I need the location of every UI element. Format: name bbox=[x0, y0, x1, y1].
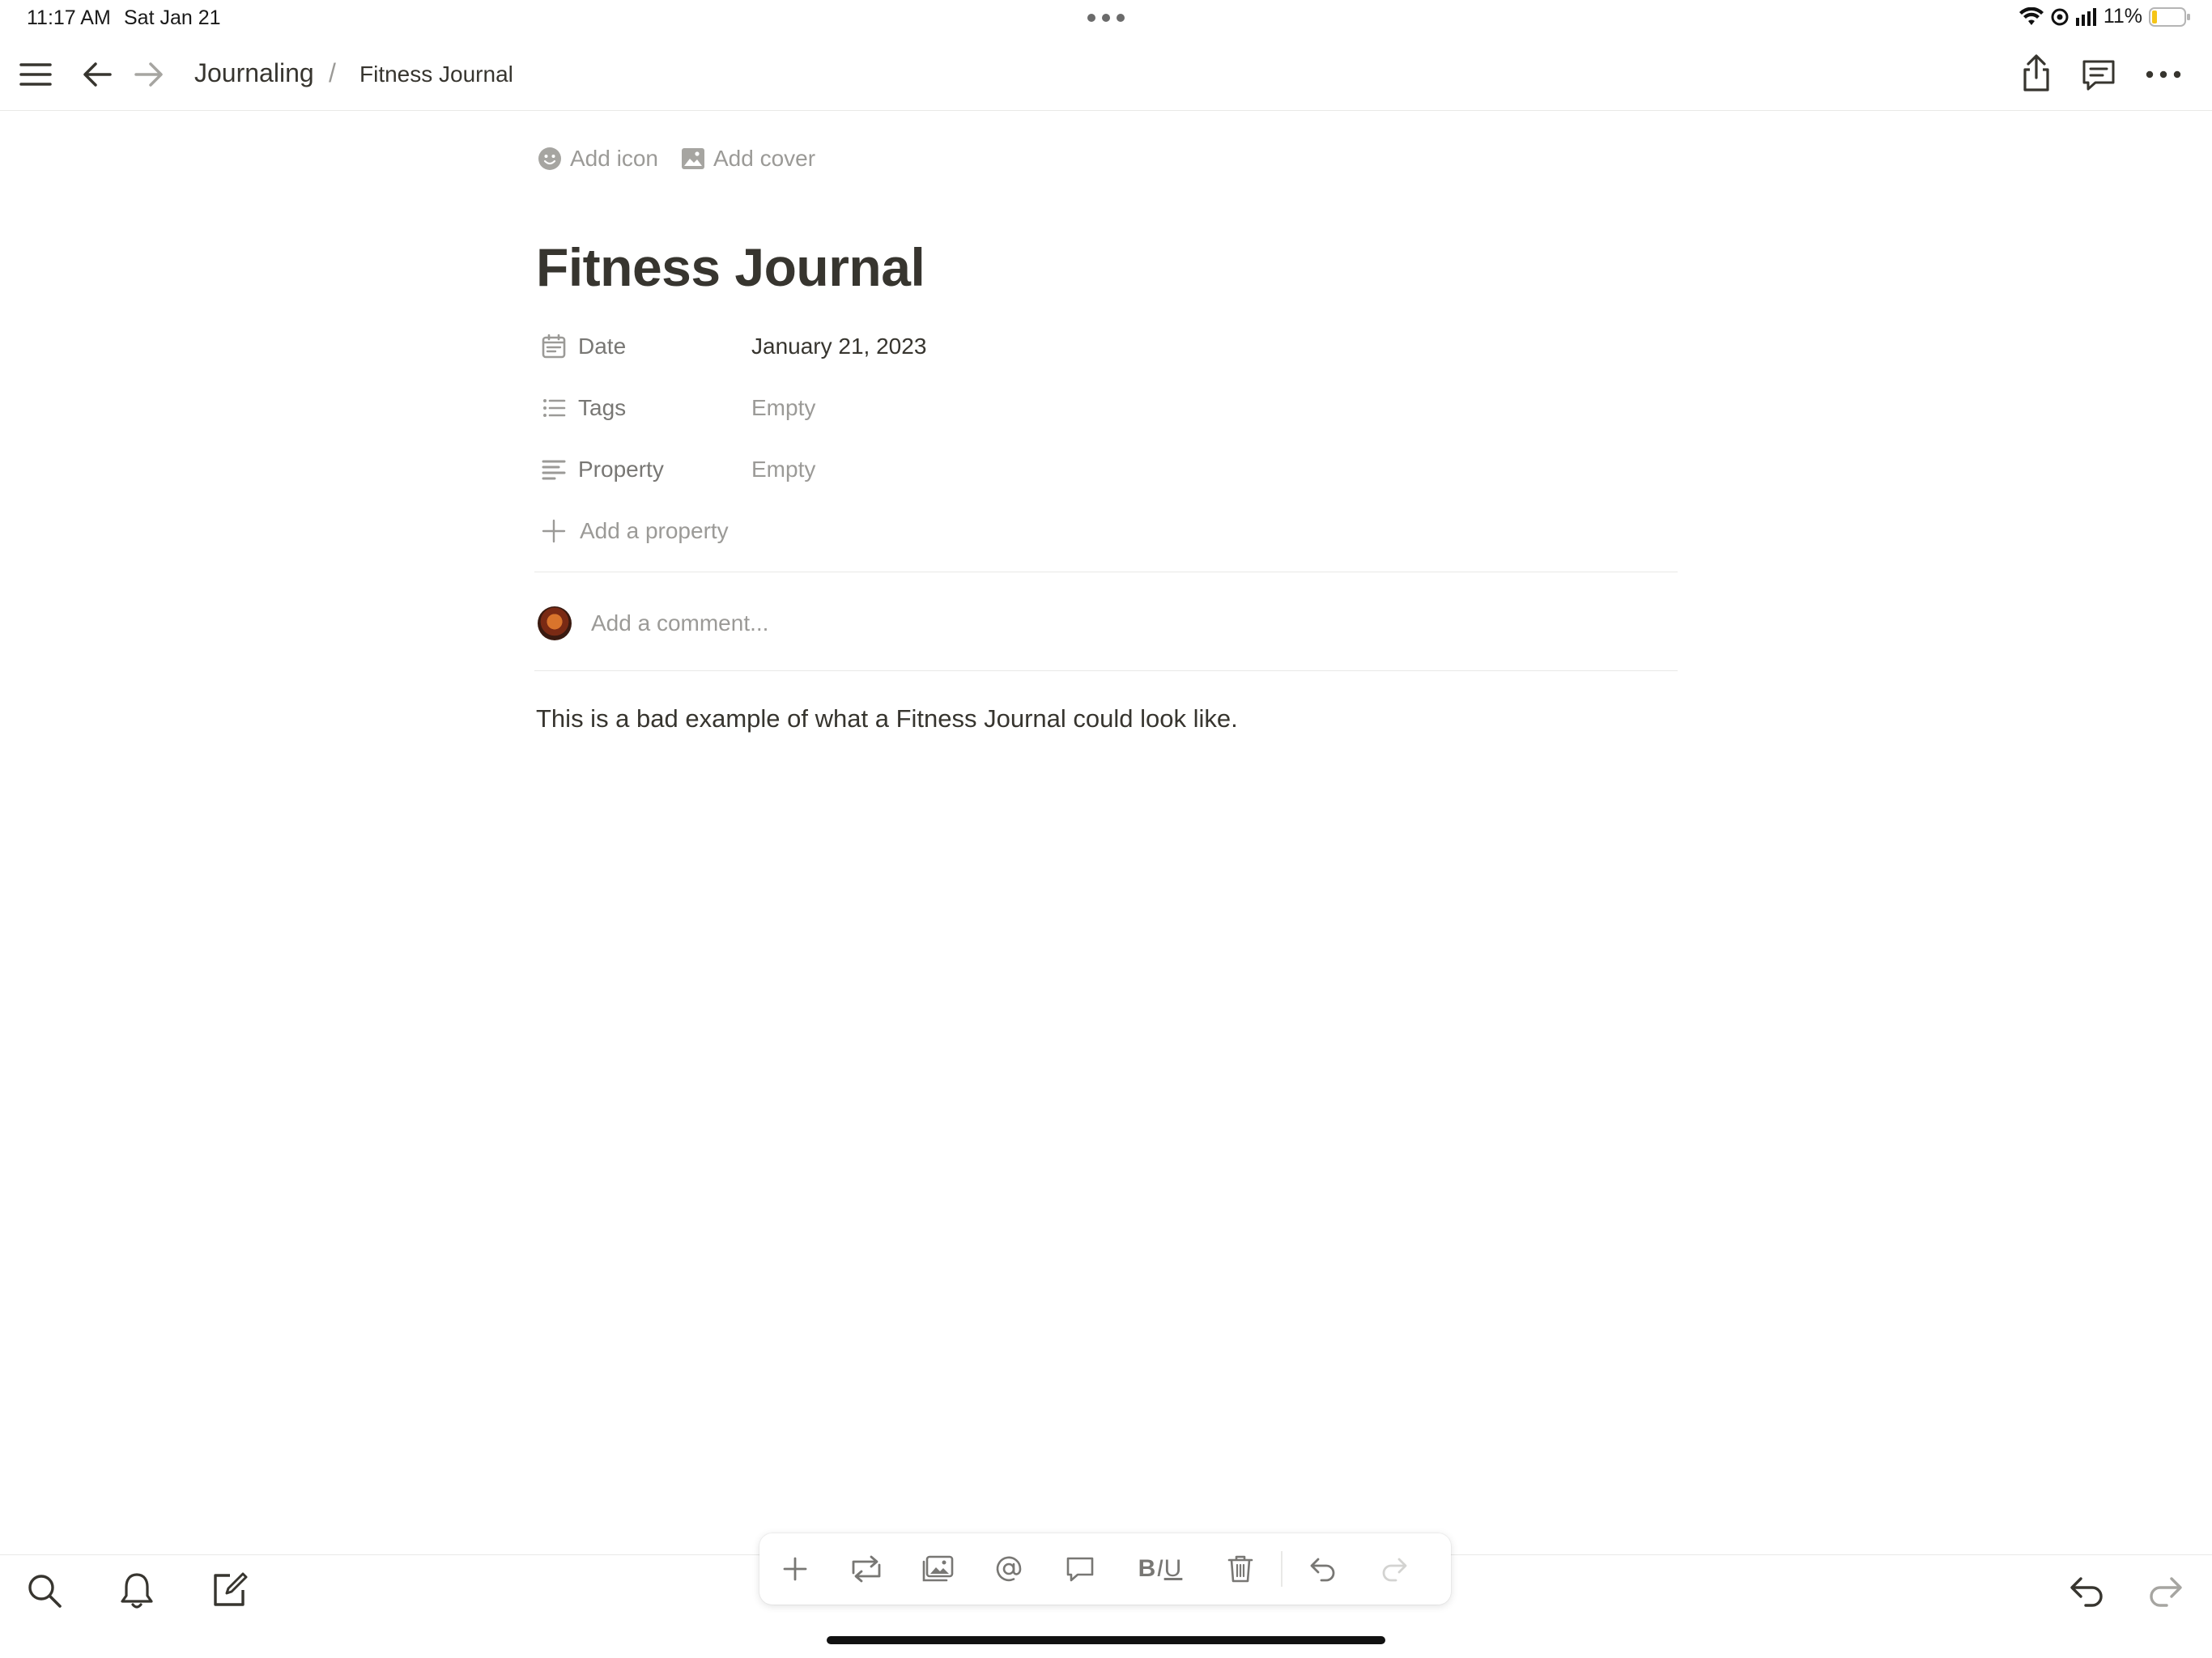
topnav-divider bbox=[0, 110, 2212, 111]
add-icon-button[interactable]: Add icon bbox=[538, 146, 658, 172]
status-indicators: 11% bbox=[2018, 5, 2191, 28]
add-cover-button[interactable]: Add cover bbox=[681, 146, 815, 172]
comment-input[interactable] bbox=[591, 610, 1077, 636]
wifi-icon bbox=[2018, 6, 2044, 27]
photos-icon bbox=[921, 1555, 954, 1583]
trash-icon bbox=[1227, 1554, 1254, 1584]
property-label-date: Date bbox=[578, 334, 627, 359]
status-date: Sat Jan 21 bbox=[124, 6, 221, 29]
comment-row bbox=[538, 602, 1077, 644]
property-value-tags[interactable]: Empty bbox=[751, 395, 815, 421]
image-icon bbox=[681, 147, 705, 171]
delete-button[interactable] bbox=[1205, 1533, 1276, 1605]
add-property-button[interactable]: Add a property bbox=[538, 510, 729, 552]
property-value-property[interactable]: Empty bbox=[751, 457, 815, 483]
home-indicator[interactable] bbox=[827, 1636, 1385, 1644]
property-label-property: Property bbox=[578, 457, 664, 482]
mention-button[interactable] bbox=[973, 1533, 1044, 1605]
calendar-icon bbox=[538, 330, 570, 363]
turn-into-icon bbox=[850, 1555, 883, 1583]
toolbar-redo-button[interactable] bbox=[1359, 1533, 1430, 1605]
redo-icon[interactable] bbox=[2146, 1574, 2184, 1609]
sidebar-menu-icon[interactable] bbox=[19, 58, 52, 91]
property-row-property[interactable]: Property Empty bbox=[538, 449, 815, 491]
search-icon[interactable] bbox=[26, 1572, 63, 1609]
comment-divider bbox=[534, 670, 1678, 671]
undo-icon[interactable] bbox=[2068, 1574, 2107, 1609]
breadcrumb-journaling[interactable]: Journaling bbox=[194, 58, 314, 88]
property-value-date[interactable]: January 21, 2023 bbox=[751, 334, 926, 359]
smiley-icon bbox=[538, 147, 562, 171]
breadcrumb-separator: / bbox=[329, 58, 336, 87]
body-paragraph[interactable]: This is a bad example of what a Fitness … bbox=[536, 704, 1238, 733]
at-sign-icon bbox=[994, 1554, 1023, 1584]
breadcrumb-fitness-journal[interactable]: Fitness Journal bbox=[359, 62, 513, 87]
more-options-icon[interactable] bbox=[2146, 66, 2181, 83]
add-property-label: Add a property bbox=[580, 518, 729, 543]
bell-icon[interactable] bbox=[118, 1571, 155, 1611]
comments-icon[interactable] bbox=[2081, 57, 2116, 92]
italic-glyph: I bbox=[1156, 1555, 1164, 1582]
redo-icon bbox=[1380, 1556, 1409, 1582]
plus-icon bbox=[781, 1555, 809, 1583]
toolbar-undo-button[interactable] bbox=[1287, 1533, 1359, 1605]
speech-bubble-icon bbox=[1065, 1555, 1095, 1583]
bold-glyph: B bbox=[1138, 1555, 1157, 1582]
turn-into-button[interactable] bbox=[831, 1533, 902, 1605]
text-format-label: BIU bbox=[1138, 1555, 1183, 1583]
forward-arrow-icon[interactable] bbox=[133, 58, 165, 91]
editing-toolbar: BIU bbox=[759, 1533, 1451, 1605]
battery-percent: 11% bbox=[2103, 5, 2142, 28]
status-time: 11:17 AM bbox=[27, 6, 111, 29]
battery-icon bbox=[2149, 6, 2191, 28]
page-title[interactable]: Fitness Journal bbox=[536, 236, 925, 298]
signal-icon bbox=[2075, 7, 2097, 26]
add-media-button[interactable] bbox=[902, 1533, 973, 1605]
add-cover-label: Add cover bbox=[713, 146, 816, 171]
back-arrow-icon[interactable] bbox=[81, 58, 113, 91]
avatar bbox=[538, 606, 572, 640]
new-page-icon[interactable] bbox=[211, 1571, 249, 1609]
toolbar-separator bbox=[1281, 1551, 1283, 1587]
property-row-date[interactable]: Date January 21, 2023 bbox=[538, 325, 926, 368]
plus-icon bbox=[538, 515, 570, 547]
location-lock-icon bbox=[2050, 7, 2069, 27]
underline-glyph: U bbox=[1163, 1555, 1183, 1582]
comment-button[interactable] bbox=[1044, 1533, 1116, 1605]
share-icon[interactable] bbox=[2019, 53, 2053, 92]
insert-block-button[interactable] bbox=[759, 1533, 831, 1605]
property-row-tags[interactable]: Tags Empty bbox=[538, 387, 815, 429]
multitasking-dots-icon[interactable] bbox=[1087, 10, 1125, 26]
undo-icon bbox=[1308, 1556, 1338, 1582]
page-header-actions: Add icon Add cover bbox=[538, 146, 815, 172]
text-format-button[interactable]: BIU bbox=[1116, 1533, 1205, 1605]
list-icon bbox=[538, 392, 570, 424]
add-icon-label: Add icon bbox=[570, 146, 658, 171]
property-label-tags: Tags bbox=[578, 395, 627, 420]
text-lines-icon bbox=[538, 453, 570, 486]
